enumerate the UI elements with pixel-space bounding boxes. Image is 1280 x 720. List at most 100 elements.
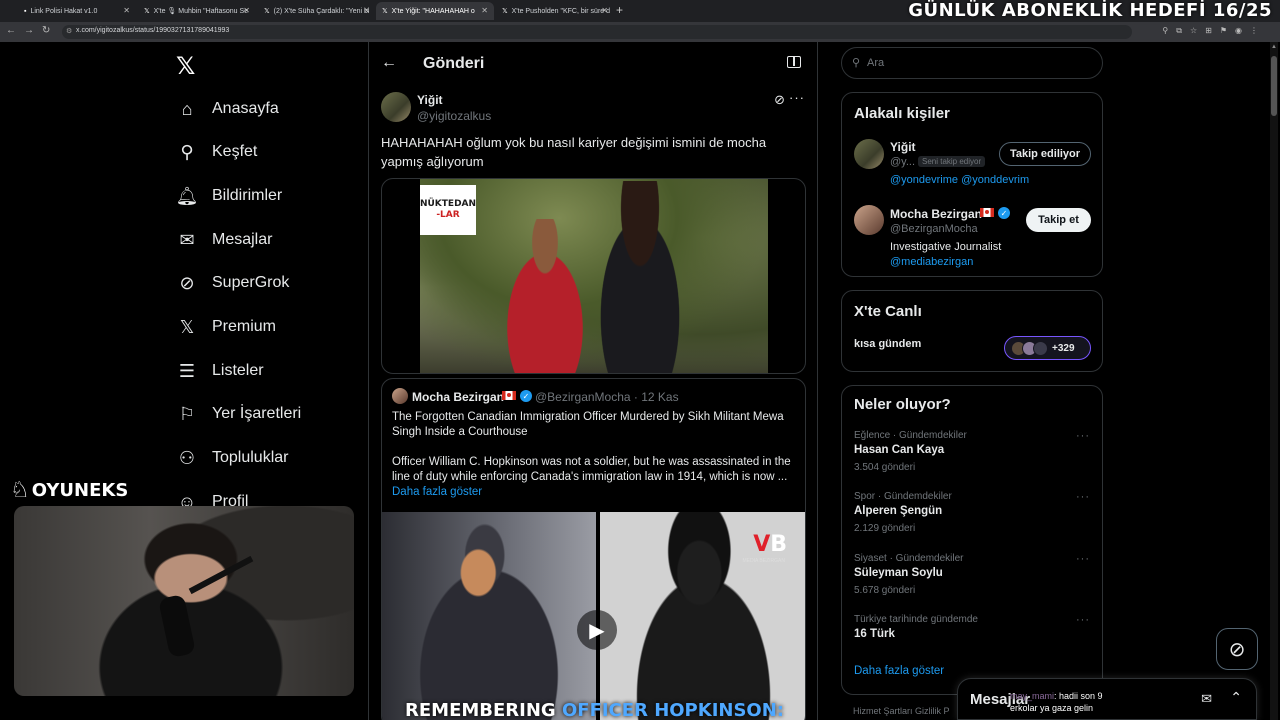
close-icon[interactable]: ✕ <box>481 6 488 15</box>
grok-floating-button[interactable]: ⊘ <box>1216 628 1258 670</box>
more-options-icon[interactable]: ··· <box>1076 491 1090 503</box>
nav-item-grok[interactable]: ⊘ SuperGrok <box>176 268 289 298</box>
person-handle[interactable]: @y... <box>890 156 915 168</box>
nav-item-x-premium[interactable]: 𝕏 Premium <box>176 312 276 342</box>
quote-author-meta: @BezirganMocha · 12 Kas <box>535 390 679 404</box>
nav-item-home[interactable]: ⌂ Anasayfa <box>176 94 279 124</box>
trend-name[interactable]: Süleyman Soylu <box>854 567 943 579</box>
avatar[interactable] <box>854 205 884 235</box>
live-listeners-pill[interactable]: +329 <box>1004 336 1091 360</box>
author-name[interactable]: Yiğit <box>417 93 443 107</box>
browser-tab[interactable]: 𝕏 X'te Pusholden "KFC, bir süre d ✕ <box>496 2 614 20</box>
more-options-icon[interactable]: ··· <box>1076 553 1090 565</box>
grok-icon: ⊘ <box>1228 638 1246 661</box>
url-field[interactable]: ⚙ x.com/yigitozalkus/status/199032713178… <box>62 25 1132 39</box>
footer-links[interactable]: Hizmet Şartları Gizlilik P <box>853 706 950 716</box>
nav-item-search[interactable]: ⚲ Keşfet <box>176 137 257 167</box>
quote-author-avatar[interactable] <box>392 388 408 404</box>
new-message-icon[interactable]: ✉ <box>1201 691 1212 707</box>
quoted-post[interactable]: Mocha Bezirgan ✓ @BezirganMocha · 12 Kas… <box>381 378 806 720</box>
verified-badge-icon: ✓ <box>520 390 532 402</box>
person-handle[interactable]: @BezirganMocha <box>890 223 978 235</box>
author-avatar[interactable] <box>381 92 411 122</box>
back-icon[interactable]: ← <box>6 25 16 36</box>
nav-item-label: Anasayfa <box>212 100 279 117</box>
person-name[interactable]: Mocha Bezirgan <box>890 207 982 221</box>
media-bezirgan-logo: VB <box>753 532 787 557</box>
bookmark-icon: ⚐ <box>178 403 196 424</box>
back-arrow-icon[interactable]: ← <box>381 54 397 72</box>
more-options-icon[interactable]: ··· <box>789 90 805 105</box>
quote-author-name[interactable]: Mocha Bezirgan <box>412 390 504 404</box>
nav-item-label: Topluluklar <box>212 449 289 466</box>
webcam-overlay <box>14 506 354 696</box>
page-title: Gönderi <box>423 55 485 72</box>
site-info-icon[interactable]: ⚙ <box>66 27 72 35</box>
nav-item-list[interactable]: ☰ Listeler <box>176 356 264 386</box>
bell-icon: 🔔︎ <box>175 185 199 206</box>
browser-tab[interactable]: ▪ Link Polisi Hakat v1.0 ✕ <box>18 2 136 20</box>
more-options-icon[interactable]: ··· <box>1076 614 1090 626</box>
microphone <box>158 593 196 659</box>
person-name[interactable]: Yiğit <box>890 140 916 154</box>
scroll-up-icon[interactable]: ▲ <box>1271 44 1277 50</box>
nav-item-label: Premium <box>212 318 277 335</box>
browser-tab[interactable]: 𝕏 (2) X'te Süha Çardaklı: "Yeni bi ✕ <box>258 2 376 20</box>
search-input[interactable]: ⚲ Ara <box>841 47 1103 79</box>
show-more-trends-link[interactable]: Daha fazla göster <box>854 665 944 677</box>
play-icon[interactable]: ▶ <box>577 610 617 650</box>
trend-post-count: 2.129 gönderi <box>854 523 916 534</box>
reload-icon[interactable]: ↻ <box>42 25 50 36</box>
video-image-left <box>382 512 596 720</box>
quote-video[interactable]: VB MEDIA BEZIRGAN ▶ REMEMBERING OFFICER … <box>382 512 805 720</box>
close-icon[interactable]: ✕ <box>243 6 250 15</box>
more-options-icon[interactable]: ··· <box>1076 430 1090 442</box>
browser-tab-active[interactable]: 𝕏 X'te Yiğit: "HAHAHAHAH o ✕ <box>376 2 494 20</box>
avatar <box>1033 340 1048 356</box>
show-more-link[interactable]: Daha fazla göster <box>392 486 482 498</box>
follow-button[interactable]: Takip et <box>1026 208 1091 232</box>
page-scrollbar[interactable]: ▲ <box>1270 42 1278 720</box>
close-icon[interactable]: ✕ <box>601 6 608 15</box>
new-tab-button[interactable]: + <box>616 3 623 17</box>
x-icon: 𝕏 <box>502 8 508 15</box>
close-icon[interactable]: ✕ <box>363 6 370 15</box>
avatar[interactable] <box>854 139 884 169</box>
nav-item-mail[interactable]: ✉ Mesajlar <box>176 225 272 255</box>
trends-panel: Neler oluyor? Eğlence · Gündemdekiler Has… <box>841 385 1103 695</box>
reader-mode-icon[interactable] <box>787 56 801 68</box>
expand-icon[interactable]: ⌃ <box>1230 689 1242 706</box>
listener-count: +329 <box>1052 342 1075 354</box>
scroll-thumb[interactable] <box>1271 56 1277 116</box>
person-bio-links[interactable]: @mediabezirgan <box>890 256 973 268</box>
panel-title: Alakalı kişiler <box>854 105 950 122</box>
post-video[interactable]: NÜKTEDAN -LAR <box>381 178 806 374</box>
live-space-title[interactable]: kısa gündem <box>854 338 921 350</box>
author-handle[interactable]: @yigitozalkus <box>417 109 491 123</box>
trend-name[interactable]: Alperen Şengün <box>854 505 942 517</box>
messages-drawer[interactable]: Mesajlar ✉ ⌃ <box>957 678 1257 720</box>
nav-item-label: Keşfet <box>212 143 258 160</box>
verified-badge-icon: ✓ <box>998 207 1010 219</box>
follows-you-badge: Seni takip ediyor <box>918 156 986 167</box>
stream-brand-logo: ♘ OYUNEKS <box>10 478 129 503</box>
following-button[interactable]: Takip ediliyor <box>999 142 1091 166</box>
person-bio-links[interactable]: @yondevrime @yonddevrim <box>890 174 1029 186</box>
grok-icon[interactable]: ⊘ <box>774 92 785 108</box>
browser-tab[interactable]: 𝕏 X'te 🎙 Muhbin "Haftasonu Se ✕ <box>138 2 256 20</box>
nav-item-communities[interactable]: ⚇ Topluluklar <box>176 443 289 473</box>
close-icon[interactable]: ✕ <box>123 6 130 15</box>
post-text: HAHAHAHAH oğlum yok bu nasıl kariyer değ… <box>381 135 767 169</box>
video-image-right: VB MEDIA BEZIRGAN <box>600 512 805 720</box>
video-caption: REMEMBERING OFFICER HOPKINSON: <box>405 700 784 720</box>
browser-toolbar-icons[interactable]: ⚲⧉☆⊞⚑◉⋮ <box>1162 26 1266 36</box>
nav-item-bookmark[interactable]: ⚐ Yer İşaretleri <box>176 399 301 429</box>
trend-name[interactable]: 16 Türk <box>854 628 895 640</box>
forward-icon[interactable]: → <box>24 25 34 36</box>
trend-post-count: 5.678 gönderi <box>854 585 916 596</box>
video-frame[interactable]: NÜKTEDAN -LAR <box>420 179 768 373</box>
trend-name[interactable]: Hasan Can Kaya <box>854 444 944 456</box>
x-logo[interactable]: 𝕏 <box>176 52 195 80</box>
nav-item-bell[interactable]: 🔔︎ Bildirimler <box>175 181 283 211</box>
panel-title: X'te Canlı <box>854 303 922 320</box>
